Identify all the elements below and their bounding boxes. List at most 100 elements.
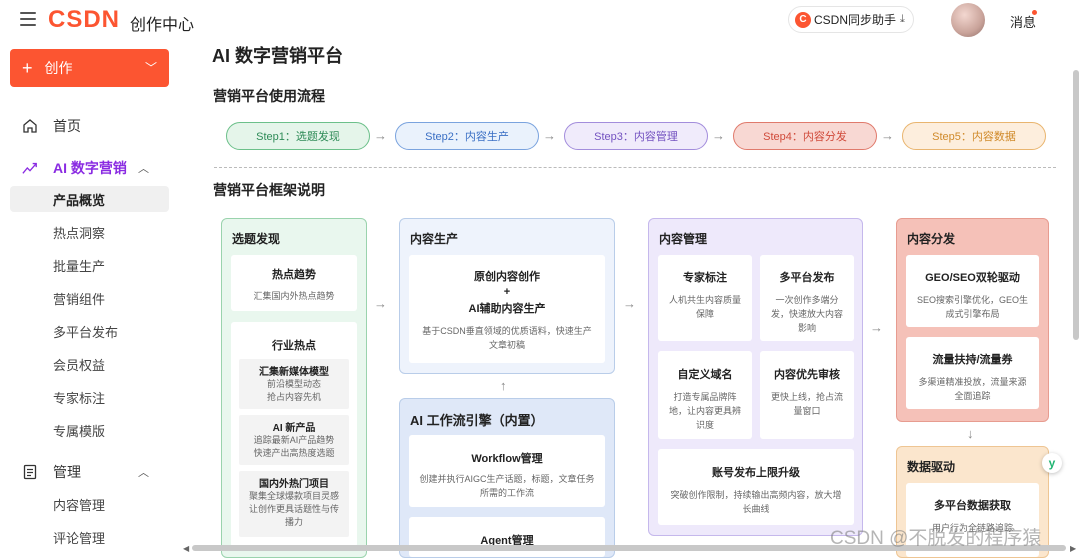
sidebar-item-label: 产品概览: [53, 192, 106, 208]
sub-item[interactable]: AI 新产品 追踪最新AI产品趋势 快速产出高热度选题: [239, 415, 349, 465]
card-desc: 汇集国内外热点趋势: [253, 291, 335, 301]
page-title: AI 数字营销平台: [212, 46, 344, 66]
sidebar-item-expert-annotation[interactable]: 专家标注: [0, 384, 180, 410]
card-title: AI辅助内容生产: [468, 303, 546, 315]
sub-desc: 让创作更具话题性与传: [248, 504, 339, 514]
sidebar-item-ai-marketing[interactable]: AI 数字营销 ︿: [0, 155, 180, 181]
card-title: 账号发布上限升级: [712, 467, 800, 479]
sidebar-item-label: 批量生产: [53, 258, 106, 274]
sub-item[interactable]: 汇集新媒体模型 前沿模型动态 抢占内容先机: [239, 359, 349, 409]
home-icon: [22, 118, 38, 134]
workflow-card[interactable]: Workflow管理 创建并执行AIGC生产话题，标题，文章任务 所需的工作流: [409, 435, 605, 507]
sidebar-item-multi-platform[interactable]: 多平台发布: [0, 318, 180, 344]
sidebar: + 创作 ﹀ 首页 AI 数字营销 ︿ 产品概览 热点洞察 批量生产 营销组件 …: [0, 40, 180, 554]
content-creation-card[interactable]: 原创内容创作 + AI辅助内容生产 基于CSDN垂直领域的优质语料，快速生产 文…: [409, 255, 605, 363]
scroll-left-icon[interactable]: ◀: [183, 544, 189, 553]
content-distribution-column: 内容分发 GEO/SEO双轮驱动 SEO搜索引擎优化，GEO生 成式引擎布局 流…: [896, 218, 1049, 422]
creation-center-title[interactable]: 创作中心: [130, 11, 194, 35]
sidebar-item-marketing-components[interactable]: 营销组件: [0, 285, 180, 311]
create-button[interactable]: + 创作 ﹀: [10, 49, 169, 87]
floating-assistant-icon[interactable]: y: [1042, 453, 1062, 473]
sidebar-item-home[interactable]: 首页: [0, 113, 180, 139]
priority-review-card[interactable]: 内容优先审核 更快上线，抢占流 量窗口: [760, 351, 854, 439]
traffic-support-card[interactable]: 流量扶持/流量券 多渠道精准投放，流量来源 全面追踪: [906, 337, 1039, 409]
step-1[interactable]: Step1：选题发现: [226, 122, 370, 150]
column-title: 数据驱动: [907, 460, 956, 474]
card-desc: 更快上线，抢占流: [770, 392, 843, 402]
card-title: 多平台发布: [779, 272, 835, 284]
sidebar-item-product-overview[interactable]: 产品概览: [10, 186, 169, 212]
sidebar-item-batch-production[interactable]: 批量生产: [0, 252, 180, 278]
content-production-column: 内容生产 原创内容创作 + AI辅助内容生产 基于CSDN垂直领域的优质语料，快…: [399, 218, 615, 374]
vertical-scrollbar[interactable]: [1073, 70, 1079, 340]
chevron-up-icon: ︿: [138, 467, 149, 479]
arrow-right-icon: →: [543, 128, 556, 143]
card-title: 行业热点: [272, 340, 316, 352]
step-5[interactable]: Step5：内容数据: [902, 122, 1046, 150]
sidebar-item-content-manage[interactable]: 内容管理: [0, 491, 180, 517]
multi-platform-card[interactable]: 多平台发布 一次创作多端分 发，快速放大内容 影响: [760, 255, 854, 341]
ai-workflow-column: AI 工作流引擎（内置） Workflow管理 创建并执行AIGC生产话题，标题…: [399, 398, 615, 558]
messages-link[interactable]: 消息: [1010, 12, 1036, 31]
card-title-plus: +: [503, 286, 511, 298]
arrow-right-icon: →: [374, 296, 387, 311]
arrow-right-icon: →: [712, 128, 725, 143]
sidebar-item-member-benefits[interactable]: 会员权益: [0, 351, 180, 377]
sidebar-item-label: 内容管理: [53, 497, 106, 513]
chevron-up-icon: ︿: [138, 163, 149, 175]
menu-icon[interactable]: [20, 12, 36, 26]
sidebar-item-label: 首页: [53, 118, 81, 134]
card-desc: 打造专属品牌阵: [673, 392, 737, 402]
card-desc: 影响: [797, 323, 816, 333]
card-desc: 长曲线: [742, 504, 770, 514]
card-title: 原创内容创作: [474, 271, 540, 283]
sidebar-item-manage[interactable]: 管理 ︿: [0, 459, 180, 485]
card-desc: 突破创作限制，持续输出高频内容，放大增: [670, 490, 842, 500]
card-title: 流量扶持/流量券: [932, 354, 1013, 366]
sync-assistant-label: CSDN同步助手: [814, 13, 897, 27]
sidebar-item-comment-manage[interactable]: 评论管理: [0, 524, 180, 550]
chevron-down-icon: ﹀: [144, 61, 157, 75]
notification-dot: [1032, 10, 1037, 15]
publish-limit-card[interactable]: 账号发布上限升级 突破创作限制，持续输出高频内容，放大增 长曲线: [658, 449, 854, 525]
column-title: 内容管理: [659, 232, 708, 246]
step-3[interactable]: Step3：内容管理: [564, 122, 708, 150]
plus-icon: +: [22, 57, 33, 78]
sync-assistant-button[interactable]: C CSDN同步助手 ⤓: [788, 6, 914, 33]
card-title: 多平台数据获取: [934, 500, 1011, 512]
card-desc: 基于CSDN垂直领域的优质语料，快速生产: [422, 326, 592, 336]
sub-desc: 快速产出高热度选题: [253, 448, 335, 458]
sidebar-item-label: 专家标注: [53, 390, 106, 406]
step-4[interactable]: Step4：内容分发: [733, 122, 877, 150]
sub-desc: 聚集全球爆款项目灵感: [248, 491, 339, 501]
card-desc: 创建并执行AIGC生产话题，标题，文章任务: [419, 474, 595, 484]
avatar[interactable]: [951, 3, 985, 37]
step-2[interactable]: Step2：内容生产: [395, 122, 539, 150]
card-desc: 文章初稿: [488, 340, 525, 350]
trend-icon: [22, 160, 38, 176]
hot-trend-card[interactable]: 热点趋势 汇集国内外热点趋势: [231, 255, 357, 311]
document-icon: [22, 464, 38, 480]
arrow-down-icon: ↓: [967, 426, 974, 441]
scroll-right-icon[interactable]: ▶: [1070, 544, 1076, 553]
sidebar-item-hot-insights[interactable]: 热点洞察: [0, 219, 180, 245]
custom-domain-card[interactable]: 自定义域名 打造专属品牌阵 地，让内容更具辨 识度: [658, 351, 752, 439]
csdn-logo[interactable]: CSDN: [48, 6, 120, 34]
sidebar-item-label: 评论管理: [53, 530, 106, 546]
create-label: 创作: [44, 60, 73, 76]
sidebar-item-templates[interactable]: 专属模版: [0, 417, 180, 443]
main-content: AI 数字营销平台 营销平台使用流程 Step1：选题发现 → Step2：内容…: [180, 40, 1080, 558]
card-title: 专家标注: [683, 272, 727, 284]
arrow-right-icon: →: [881, 128, 894, 143]
sub-item[interactable]: 国内外热门项目 聚集全球爆款项目灵感 让创作更具话题性与传 播力: [239, 471, 349, 537]
card-title: GEO/SEO双轮驱动: [925, 272, 1020, 284]
card-desc: 全面追踪: [954, 391, 991, 401]
column-title: 内容分发: [907, 232, 956, 246]
expert-annotation-card[interactable]: 专家标注 人机共生内容质量 保障: [658, 255, 752, 341]
card-title: 内容优先审核: [774, 369, 840, 381]
agent-card[interactable]: Agent管理: [409, 517, 605, 557]
geo-seo-card[interactable]: GEO/SEO双轮驱动 SEO搜索引擎优化，GEO生 成式引擎布局: [906, 255, 1039, 327]
arrow-up-icon: ↑: [500, 378, 507, 393]
card-desc: 多渠道精准投放，流量来源: [918, 377, 1027, 387]
sub-desc: 追踪最新AI产品趋势: [253, 435, 335, 445]
